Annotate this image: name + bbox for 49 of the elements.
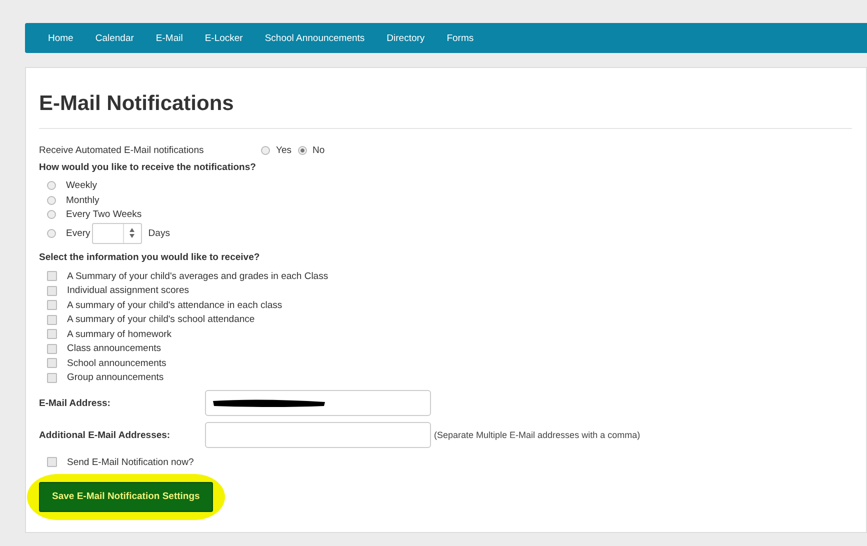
radio-button[interactable] [47, 228, 56, 238]
option-label: Send E-Mail Notification now? [67, 456, 194, 468]
option-label: Individual assignment scores [67, 285, 189, 296]
radio-button[interactable] [47, 210, 56, 220]
option-label: Weekly [66, 180, 97, 192]
nav-link[interactable]: Forms [436, 32, 485, 44]
page-title: E-Mail Notifications [39, 92, 852, 129]
radio-button[interactable] [298, 146, 306, 155]
checkbox[interactable] [47, 344, 57, 354]
email-field[interactable] [205, 390, 431, 416]
option-label: Days [148, 228, 170, 238]
option-label: A summary of homework [67, 328, 172, 340]
radio-button[interactable] [47, 181, 56, 190]
option-label: Every [66, 228, 90, 238]
option-label: Class announcements [67, 343, 161, 354]
option-label: A summary of your child's school attendance [67, 314, 255, 326]
checkbox[interactable] [47, 314, 57, 325]
section-heading: Select the information you would like to receive? [39, 252, 261, 263]
option-label: Yes [276, 144, 292, 156]
option-label: No [312, 144, 325, 156]
radio-button[interactable] [47, 196, 56, 205]
field-label: Receive Automated E-Mail notifications [39, 144, 205, 156]
field-label: Additional E-Mail Addresses: [39, 430, 172, 440]
option-label: Monthly [66, 194, 100, 206]
checkbox[interactable] [47, 329, 57, 340]
option-label: A summary of your child's attendance in each class [67, 300, 282, 311]
checkbox[interactable] [47, 358, 57, 368]
nav-link[interactable]: School Announcements [254, 32, 376, 44]
checkbox[interactable] [47, 457, 57, 468]
option-label: School announcements [67, 358, 166, 369]
nav-link[interactable]: Directory [376, 32, 436, 44]
option-label: Group announcements [67, 372, 164, 384]
input-field[interactable] [205, 422, 431, 448]
hint-text: (Separate Multiple E-Mail addresses with a comma) [434, 430, 640, 440]
checkbox[interactable] [47, 300, 57, 310]
option-label: Every Two Weeks [66, 209, 142, 220]
nav-link[interactable]: E-Mail [144, 32, 194, 44]
checkbox[interactable] [47, 372, 57, 383]
checkbox[interactable] [47, 271, 57, 282]
field-label: E-Mail Address: [39, 398, 112, 408]
section-heading: How would you like to receive the notifications? [39, 162, 257, 172]
spinner-arrows-icon[interactable] [129, 227, 136, 239]
nav-link[interactable]: Calendar [84, 32, 145, 44]
nav-link[interactable]: Home [37, 32, 84, 44]
checkbox[interactable] [47, 286, 57, 296]
option-label: A Summary of your child's averages and grades in each Class [67, 270, 328, 282]
save-button[interactable]: Save E-Mail Notification Settings [39, 482, 213, 512]
radio-button[interactable] [261, 146, 270, 155]
nav-link[interactable]: E-Locker [194, 32, 254, 44]
